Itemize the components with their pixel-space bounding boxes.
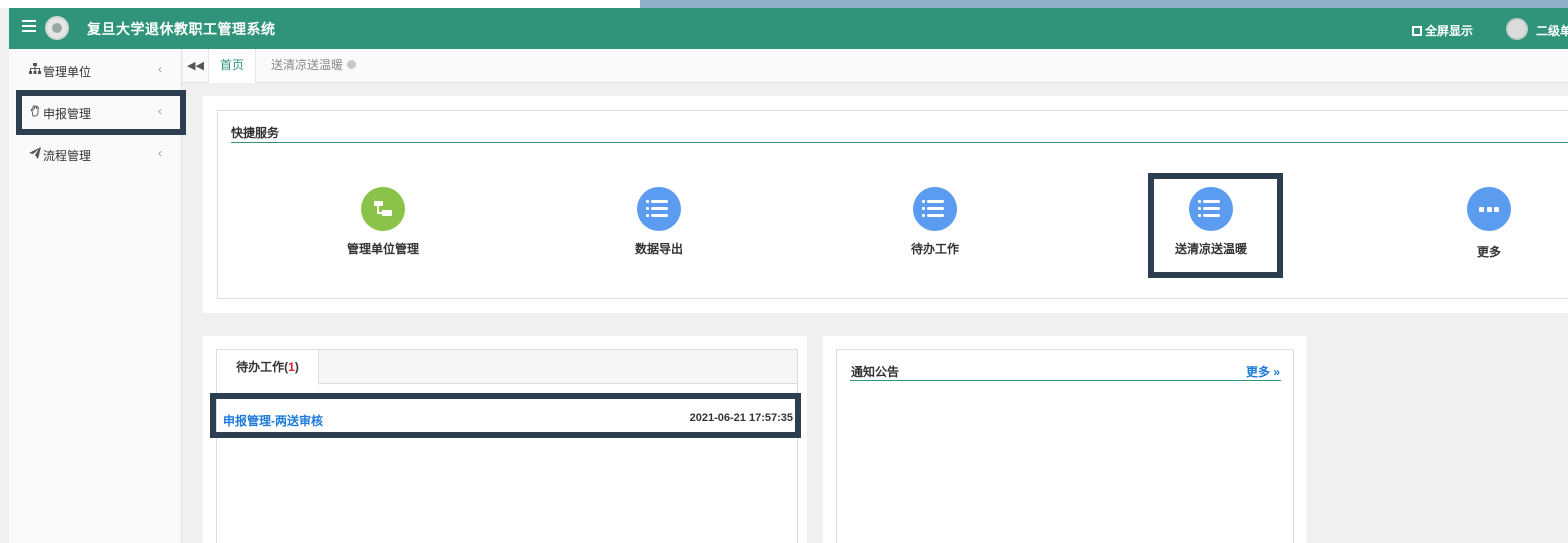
tab-bar: ◀◀ 首页 送清凉送温暖 xyxy=(183,49,1568,83)
ellipsis-icon xyxy=(1467,187,1511,231)
tab-home[interactable]: 首页 xyxy=(208,49,257,83)
section-divider xyxy=(850,380,1281,381)
menu-toggle-icon[interactable] xyxy=(22,20,36,34)
notice-card: 通知公告 更多 » xyxy=(823,336,1307,543)
service-management-unit[interactable]: 管理单位管理 xyxy=(308,187,458,257)
service-label: 更多 xyxy=(1476,245,1501,259)
highlight-box-service xyxy=(1148,173,1283,278)
top-strip xyxy=(0,0,1568,8)
list-icon xyxy=(913,187,957,231)
double-chevron-left-icon[interactable]: ◀◀ xyxy=(187,59,204,72)
section-title: 快捷服务 xyxy=(231,126,280,140)
expand-icon xyxy=(1412,26,1422,36)
service-more[interactable]: 更多 xyxy=(1414,187,1564,260)
todo-tab-bar: 待办工作(1) xyxy=(217,350,797,385)
notice-panel: 通知公告 更多 » xyxy=(836,349,1294,543)
service-label: 数据导出 xyxy=(634,242,683,256)
sitemap-icon xyxy=(29,63,41,75)
todo-tab-label: 待办工作( xyxy=(236,360,289,374)
highlight-box-sidebar xyxy=(16,90,186,135)
service-data-export[interactable]: 数据导出 xyxy=(584,187,734,257)
quick-services-panel: 快捷服务 管理单位管理 数据导出 待办工作 送清凉送温暖 更多 xyxy=(217,110,1568,299)
sidebar-item-management-unit[interactable]: 管理单位 ‹ xyxy=(9,49,182,89)
tab-todo[interactable]: 待办工作(1) xyxy=(217,350,319,385)
section-divider xyxy=(231,142,1568,143)
notice-more-link[interactable]: 更多 » xyxy=(1246,363,1280,380)
user-name[interactable]: 二级单 xyxy=(1536,22,1568,39)
service-todo[interactable]: 待办工作 xyxy=(860,187,1010,257)
app-title: 复旦大学退休教职工管理系统 xyxy=(87,21,276,37)
top-strip-accent xyxy=(640,0,1568,8)
chevron-left-icon: ‹ xyxy=(158,146,162,160)
sidebar-item-label: 管理单位 xyxy=(43,65,92,79)
fullscreen-label: 全屏显示 xyxy=(1425,24,1474,38)
todo-tab-close: ) xyxy=(294,360,299,374)
todo-panel: 待办工作(1) 申报管理-两送审核 2021-06-21 17:57:35 xyxy=(216,349,798,543)
sidebar-item-workflow[interactable]: 流程管理 ‹ xyxy=(9,133,182,173)
sidebar-item-label: 流程管理 xyxy=(43,149,92,163)
notice-title: 通知公告 xyxy=(851,365,900,379)
tab-cool-warm[interactable]: 送清凉送温暖 xyxy=(260,49,367,83)
list-icon xyxy=(637,187,681,231)
university-logo xyxy=(45,16,69,40)
avatar[interactable] xyxy=(1506,18,1528,40)
service-label: 待办工作 xyxy=(910,242,959,256)
chevron-left-icon: ‹ xyxy=(158,62,162,76)
app-header: 复旦大学退休教职工管理系统 全屏显示 二级单 xyxy=(9,8,1568,49)
todo-count-badge: 1 xyxy=(288,360,295,374)
paper-plane-icon xyxy=(29,147,41,159)
fullscreen-button[interactable]: 全屏显示 xyxy=(1412,22,1473,39)
close-icon[interactable] xyxy=(347,60,357,69)
tab-label: 送清凉送温暖 xyxy=(271,58,344,72)
highlight-box-todo xyxy=(210,393,801,438)
service-label: 管理单位管理 xyxy=(346,242,419,256)
quick-services-card: 快捷服务 管理单位管理 数据导出 待办工作 送清凉送温暖 更多 xyxy=(203,96,1568,313)
todo-card: 待办工作(1) 申报管理-两送审核 2021-06-21 17:57:35 xyxy=(203,336,807,543)
hierarchy-icon xyxy=(361,187,405,231)
tab-label: 首页 xyxy=(220,58,245,72)
